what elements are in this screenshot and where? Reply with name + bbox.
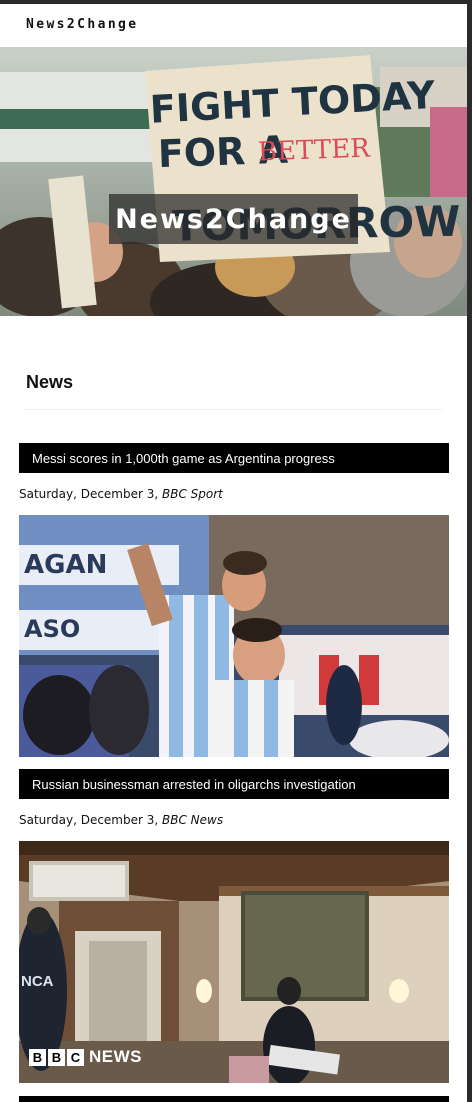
- article-headline-link[interactable]: Russian businessman arrested in oligarch…: [19, 769, 449, 799]
- article-date: Saturday, December 3,: [19, 813, 163, 827]
- svg-text:ASO: ASO: [24, 615, 80, 643]
- article-source: BBC Sport: [162, 487, 223, 501]
- bbc-letter-box: B: [48, 1048, 65, 1066]
- article-headline-link[interactable]: Messi scores in 1,000th game as Argentin…: [19, 443, 449, 473]
- article-date: Saturday, December 3,: [19, 487, 163, 501]
- messi-celebration-photo: AGAN ASO: [19, 515, 449, 757]
- sign-line-3: BETTER: [257, 134, 371, 168]
- svg-text:AGAN: AGAN: [24, 550, 107, 580]
- article-meta: Saturday, December 3, BBC News: [19, 813, 223, 827]
- article-source: BBC News: [162, 813, 224, 827]
- bbc-letter-box: B: [29, 1048, 46, 1066]
- next-article-headline-bar[interactable]: [19, 1096, 449, 1102]
- hero-title: News2Change: [109, 194, 358, 244]
- bbc-news-wordmark: NEWS: [89, 1047, 142, 1066]
- section-divider: [24, 409, 442, 410]
- article-image-messi[interactable]: AGAN ASO: [19, 515, 449, 757]
- bbc-news-logo: B B C NEWS: [29, 1047, 142, 1067]
- article-meta: Saturday, December 3, BBC Sport: [19, 487, 223, 501]
- top-navbar: News2Change: [0, 4, 467, 47]
- article-image-arrest[interactable]: NCA B B C NEWS: [19, 841, 449, 1083]
- hero-protest-image: FIGHT TODAY FOR A TOMORROW BETTER: [0, 47, 467, 316]
- site-logo-link[interactable]: News2Change: [26, 17, 139, 32]
- window-frame-right: [467, 0, 472, 1102]
- bbc-letter-box: C: [67, 1048, 84, 1066]
- news-section-title: News: [26, 372, 74, 392]
- hero-banner: FIGHT TODAY FOR A TOMORROW BETTER News2C…: [0, 47, 467, 316]
- vest-text: NCA: [21, 973, 54, 990]
